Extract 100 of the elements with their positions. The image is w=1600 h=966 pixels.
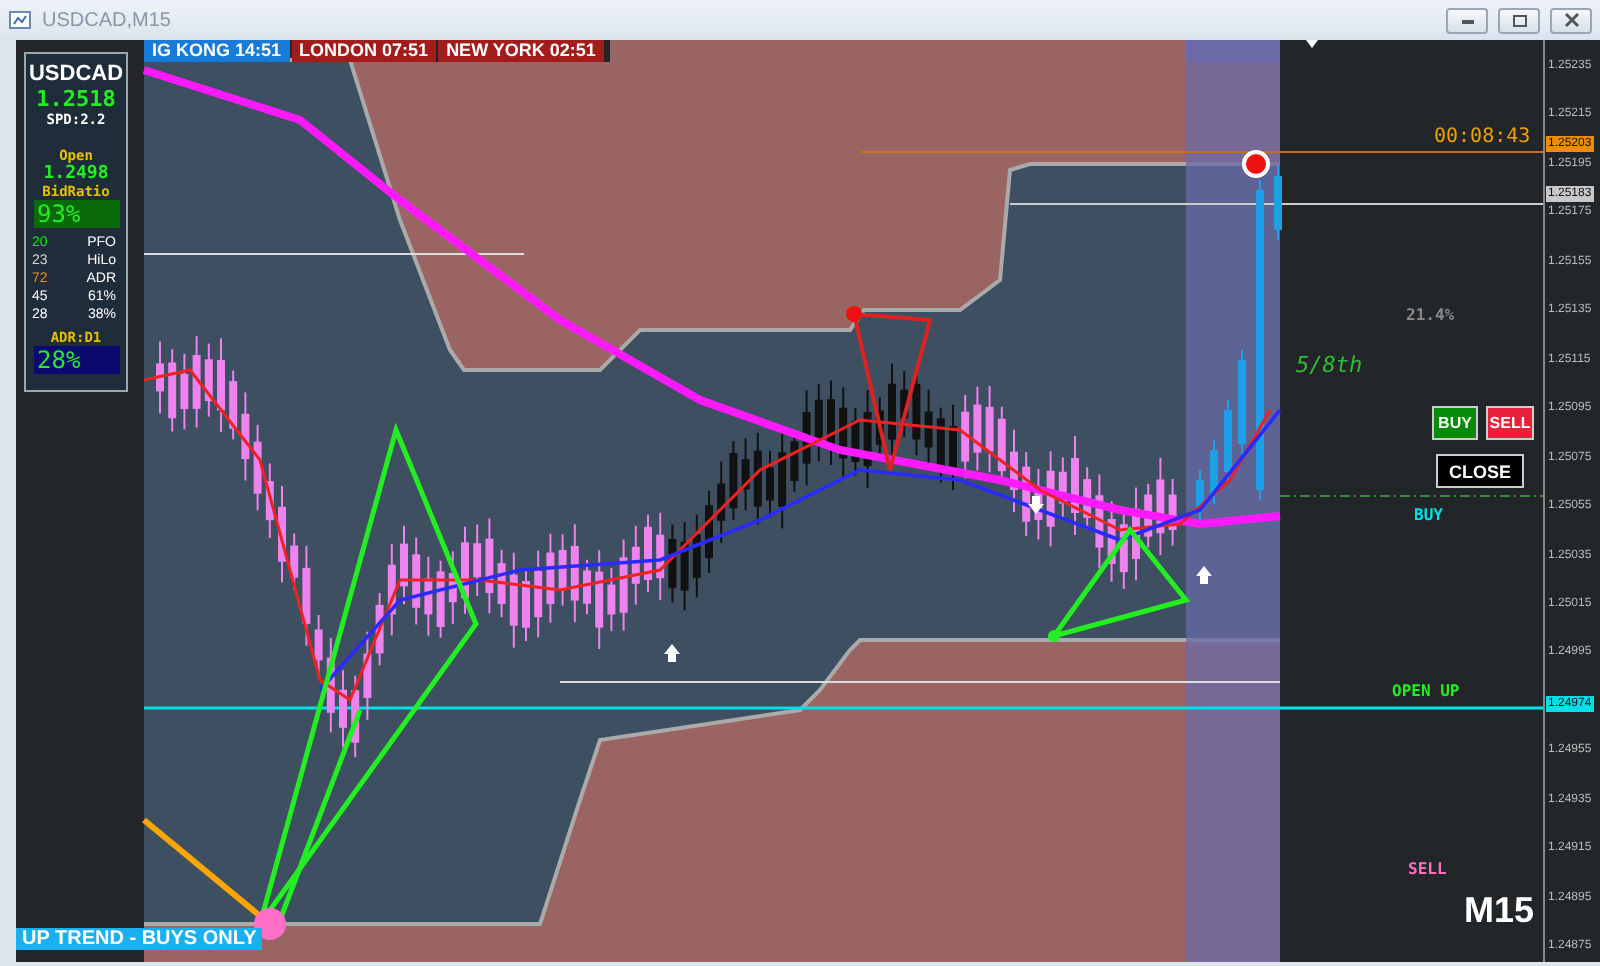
candlestick — [583, 558, 591, 616]
candlestick — [180, 352, 189, 431]
candlestick — [485, 517, 494, 615]
candlestick — [778, 430, 787, 530]
signal-marker — [1242, 150, 1270, 178]
sell-button[interactable]: SELL — [1486, 406, 1534, 440]
candlestick — [412, 536, 421, 626]
candlestick — [985, 385, 994, 474]
candlestick — [741, 437, 750, 512]
candlestick — [400, 524, 408, 606]
candlestick — [302, 544, 311, 647]
candlestick — [729, 440, 738, 522]
candlestick — [607, 566, 616, 633]
up-arrow-icon — [664, 644, 680, 662]
candlestick — [1168, 477, 1177, 547]
close-button[interactable] — [1550, 7, 1592, 33]
candlestick — [1210, 439, 1218, 505]
candlestick — [827, 379, 835, 466]
zone-label: OPEN UP — [1392, 682, 1460, 700]
trend-banner: UP TREND - BUYS ONLY — [16, 928, 263, 950]
candlestick — [448, 550, 457, 625]
adr-value: 28% — [33, 346, 119, 374]
candlestick — [973, 385, 982, 472]
candlestick — [339, 669, 347, 749]
maximize-button[interactable] — [1498, 7, 1540, 33]
candlestick — [1010, 428, 1018, 513]
candlestick — [424, 555, 433, 637]
candlestick — [705, 489, 713, 574]
close-icon — [1563, 12, 1579, 28]
candlestick — [497, 548, 506, 619]
candlestick — [241, 391, 250, 482]
up-arrow-icon — [1196, 566, 1212, 584]
candlestick — [436, 559, 445, 639]
session-clock: IG KONG 14:51 — [144, 40, 290, 62]
bid-ratio-value: 93% — [33, 200, 119, 228]
down-arrow-icon — [1028, 496, 1044, 514]
triangle-marker-icon — [1306, 40, 1318, 48]
candlestick — [875, 396, 884, 459]
session-clock: NEW YORK 02:51 — [438, 40, 604, 62]
candlestick — [949, 403, 957, 492]
candlestick — [522, 566, 530, 642]
symbol-label: USDCAD — [28, 62, 124, 86]
buy-button[interactable]: BUY — [1432, 406, 1478, 440]
candlestick — [265, 462, 274, 539]
candlestick — [570, 523, 579, 624]
candlestick — [936, 406, 945, 484]
candlestick — [546, 532, 555, 624]
close-button[interactable]: CLOSE — [1436, 454, 1524, 488]
candlestick — [1144, 482, 1153, 549]
candlestick — [595, 549, 604, 650]
candlestick — [156, 340, 164, 415]
level-label: 5/8th — [1296, 352, 1363, 378]
candlestick — [888, 362, 896, 461]
candlestick — [290, 532, 299, 591]
candlestick — [1238, 349, 1246, 455]
candlestick — [168, 348, 177, 433]
candlestick — [473, 523, 482, 597]
candlestick — [692, 513, 701, 599]
candlestick — [656, 511, 665, 602]
candlestick — [363, 630, 372, 721]
triangle-pattern — [1047, 525, 1191, 641]
price-value: 1.2518 — [36, 86, 116, 112]
signal-marker — [1048, 630, 1060, 642]
candlestick — [1058, 456, 1067, 520]
window-title: USDCAD,M15 — [42, 9, 173, 31]
candlestick — [509, 551, 518, 649]
candlestick — [217, 337, 225, 434]
candlestick — [192, 335, 201, 429]
candlestick — [558, 533, 567, 607]
candlestick — [961, 393, 970, 480]
candlestick — [229, 369, 238, 441]
percent-label: 21.4% — [1406, 306, 1455, 324]
candlestick — [814, 383, 823, 463]
candlestick — [314, 614, 323, 676]
candlestick — [1274, 165, 1282, 241]
candlestick — [1224, 399, 1232, 483]
open-price: 1.2498 — [43, 164, 109, 184]
signal-marker — [846, 306, 862, 322]
candlestick — [1083, 466, 1092, 531]
candlestick — [680, 521, 689, 612]
candlestick — [1196, 469, 1204, 521]
candlestick — [717, 460, 726, 544]
minimize-button[interactable] — [1446, 7, 1488, 33]
candlestick — [253, 423, 262, 512]
trend-line — [142, 817, 262, 919]
candlestick — [619, 538, 628, 632]
candlestick — [900, 370, 909, 439]
candlestick — [534, 549, 543, 639]
chart-window-icon — [8, 8, 32, 32]
maximize-icon — [1511, 13, 1527, 27]
signal-marker — [254, 908, 286, 940]
timeframe-label: M15 — [1464, 890, 1535, 932]
candlestick — [766, 449, 774, 519]
session-clock: LONDON 07:51 — [291, 40, 437, 62]
candle-timer: 00:08:43 — [1434, 126, 1531, 148]
candlestick — [839, 386, 848, 480]
zone-label: SELL — [1408, 860, 1447, 878]
candlestick — [644, 513, 652, 593]
candlestick — [753, 431, 762, 526]
zone-label: BUY — [1414, 506, 1443, 524]
